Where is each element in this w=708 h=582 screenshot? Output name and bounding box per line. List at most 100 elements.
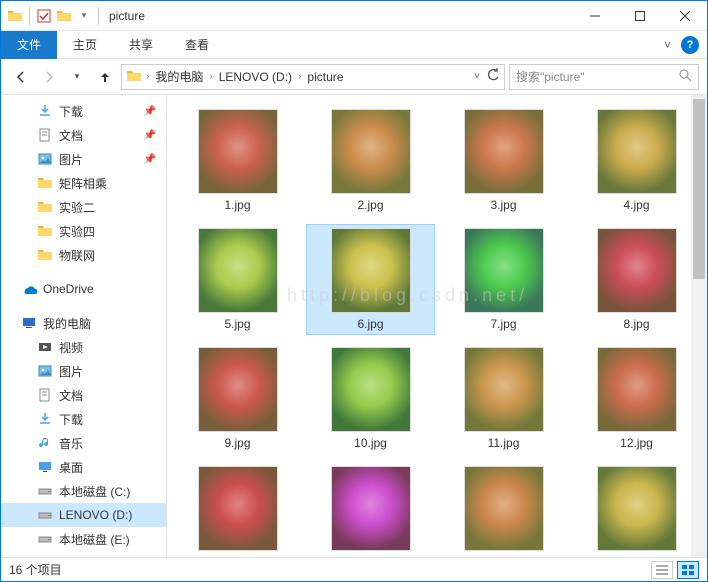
sidebar-item-label: 下载 [59, 411, 83, 428]
document-icon [37, 387, 53, 403]
file-item[interactable]: 7.jpg [439, 224, 568, 335]
status-count: 16 个项目 [9, 561, 62, 578]
sidebar-item[interactable]: 音乐 [1, 431, 166, 455]
chevron-down-icon[interactable]: ▾ [76, 8, 92, 24]
folder-icon[interactable] [56, 8, 72, 24]
sidebar-item[interactable]: 桌面 [1, 455, 166, 479]
sidebar-item[interactable]: 图片📌 [1, 147, 166, 171]
file-item[interactable]: 1.jpg [173, 105, 302, 216]
thumbnail [464, 347, 544, 432]
file-item[interactable]: 13.jpg [173, 462, 302, 557]
chevron-right-icon[interactable]: › [298, 71, 301, 82]
folder-icon [37, 199, 53, 215]
file-item[interactable]: 11.jpg [439, 343, 568, 454]
sidebar-item[interactable]: LENOVO (D:) [1, 503, 166, 527]
breadcrumb-item[interactable]: picture [303, 68, 347, 86]
sidebar-item-label: 文档 [59, 387, 83, 404]
file-label: 10.jpg [354, 436, 387, 450]
thumbnail [198, 347, 278, 432]
file-item[interactable]: 15.jpg [439, 462, 568, 557]
sidebar-item[interactable]: 文档📌 [1, 123, 166, 147]
titlebar-left: ▾ picture [1, 7, 572, 25]
thumbnail [198, 466, 278, 551]
breadcrumb-item[interactable]: LENOVO (D:) [215, 68, 296, 86]
sidebar-item[interactable]: 矩阵相乘 [1, 171, 166, 195]
pictures-icon [37, 151, 53, 167]
sidebar-item[interactable]: 本地磁盘 (E:) [1, 527, 166, 551]
file-item[interactable]: 3.jpg [439, 105, 568, 216]
chevron-right-icon[interactable]: › [146, 71, 149, 82]
file-item[interactable]: 5.jpg [173, 224, 302, 335]
back-button[interactable] [9, 65, 33, 89]
file-label: 15.jpg [487, 555, 520, 557]
drive-icon [37, 483, 53, 499]
sidebar-item[interactable]: 下载📌 [1, 99, 166, 123]
sidebar-item[interactable]: 实验二 [1, 195, 166, 219]
recent-dropdown[interactable]: ▾ [65, 65, 89, 89]
file-item[interactable]: 8.jpg [572, 224, 701, 335]
video-icon [37, 339, 53, 355]
file-item[interactable]: 12.jpg [572, 343, 701, 454]
file-item[interactable]: 16.jpg [572, 462, 701, 557]
sidebar-item[interactable]: 本地磁盘 (C:) [1, 479, 166, 503]
chevron-down-icon[interactable]: ˅ [664, 38, 671, 52]
ribbon-right: ˅ ? [664, 36, 707, 54]
scrollbar-thumb[interactable] [693, 99, 705, 279]
thumbnails-view-button[interactable] [677, 561, 699, 579]
sidebar-thispc[interactable]: 我的电脑 [1, 311, 166, 335]
thumbnail [597, 347, 677, 432]
file-item[interactable]: 14.jpg [306, 462, 435, 557]
file-item[interactable]: 10.jpg [306, 343, 435, 454]
details-view-button[interactable] [651, 561, 673, 579]
minimize-button[interactable] [572, 1, 617, 31]
sidebar-item-label: 实验四 [59, 223, 95, 240]
tab-home[interactable]: 主页 [57, 31, 113, 59]
pin-icon: 📌 [144, 154, 156, 165]
sidebar-item[interactable]: 图片 [1, 359, 166, 383]
sidebar-item[interactable]: 物联网 [1, 243, 166, 267]
file-label: 12.jpg [620, 436, 653, 450]
file-item[interactable]: 9.jpg [173, 343, 302, 454]
search-box[interactable] [509, 64, 699, 90]
address-bar[interactable]: › 我的电脑 › LENOVO (D:) › picture ˅ [121, 64, 505, 90]
sidebar-onedrive[interactable]: OneDrive [1, 277, 166, 301]
sidebar-item[interactable]: 实验四 [1, 219, 166, 243]
up-button[interactable] [93, 65, 117, 89]
sidebar-item[interactable]: 下载 [1, 407, 166, 431]
checkbox-icon[interactable] [36, 8, 52, 24]
file-label: 9.jpg [224, 436, 250, 450]
close-button[interactable] [662, 1, 707, 31]
sidebar-item-label: 物联网 [59, 247, 95, 264]
chevron-down-icon[interactable]: ˅ [474, 71, 480, 82]
refresh-icon[interactable] [486, 68, 500, 85]
breadcrumb-item[interactable]: 我的电脑 [151, 66, 207, 87]
statusbar: 16 个项目 [1, 557, 707, 581]
file-item[interactable]: 4.jpg [572, 105, 701, 216]
separator [98, 7, 99, 25]
tab-view[interactable]: 查看 [169, 31, 225, 59]
maximize-button[interactable] [617, 1, 662, 31]
search-icon[interactable] [678, 68, 692, 85]
forward-button[interactable] [37, 65, 61, 89]
content-pane[interactable]: http://blog.csdn.net/ 1.jpg2.jpg3.jpg4.j… [167, 95, 707, 557]
folder-icon [7, 8, 23, 24]
file-item[interactable]: 6.jpg [306, 224, 435, 335]
sidebar-item[interactable]: 视频 [1, 335, 166, 359]
sidebar-item[interactable]: 文档 [1, 383, 166, 407]
file-item[interactable]: 2.jpg [306, 105, 435, 216]
thumbnail [331, 466, 411, 551]
search-input[interactable] [516, 70, 678, 84]
help-icon[interactable]: ? [681, 36, 699, 54]
window-title: picture [109, 9, 145, 23]
tab-file[interactable]: 文件 [1, 31, 57, 59]
drive-icon [37, 531, 53, 547]
thumbnail [331, 109, 411, 194]
tab-share[interactable]: 共享 [113, 31, 169, 59]
file-label: 14.jpg [354, 555, 387, 557]
chevron-right-icon[interactable]: › [209, 71, 212, 82]
scrollbar[interactable] [691, 95, 707, 557]
sidebar-item-label: 实验二 [59, 199, 95, 216]
sidebar-item-label: 文档 [59, 127, 83, 144]
onedrive-icon [21, 281, 37, 297]
sidebar: 下载📌文档📌图片📌矩阵相乘实验二实验四物联网OneDrive我的电脑视频图片文档… [1, 95, 167, 557]
